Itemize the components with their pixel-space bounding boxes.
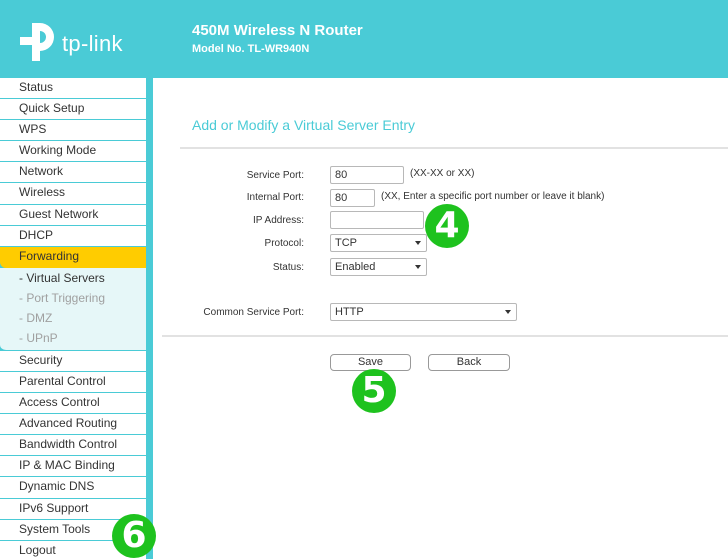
submenu-item-dmz[interactable]: - DMZ [0,308,146,328]
protocol-label: Protocol: [264,238,304,249]
dropdown-arrow-icon [415,241,421,245]
step-4-annotation: 4 [425,204,469,248]
sidebar-item-security[interactable]: Security [0,350,146,372]
sidebar-item-working-mode[interactable]: Working Mode [0,141,146,163]
service-port-hint: (XX-XX or XX) [410,168,475,179]
common-service-port-label: Common Service Port: [203,307,304,318]
sidebar-item-status[interactable]: Status [0,78,146,100]
page-title: Add or Modify a Virtual Server Entry [192,117,416,133]
ip-address-label: IP Address: [253,215,304,226]
divider [180,147,728,149]
ip-address-input[interactable] [330,211,424,229]
back-button[interactable]: Back [428,354,510,371]
model-number: Model No. TL-WR940N [192,43,310,55]
sidebar-item-advanced-routing[interactable]: Advanced Routing [0,414,146,436]
protocol-value: TCP [335,237,357,249]
service-port-input[interactable]: 80 [330,166,404,184]
tp-link-logo[interactable]: tp-link [18,21,130,63]
sidebar-item-network[interactable]: Network [0,162,146,184]
forwarding-submenu: - Virtual Servers - Port Triggering - DM… [0,267,146,351]
sidebar-item-access-control[interactable]: Access Control [0,393,146,415]
sidebar-item-bandwidth-control[interactable]: Bandwidth Control [0,435,146,457]
internal-port-input[interactable]: 80 [330,189,375,207]
sidebar: Status Quick Setup WPS Working Mode Netw… [0,78,153,559]
step-5-annotation: 5 [352,369,396,413]
tp-link-logo-icon [20,23,54,61]
sidebar-item-quick-setup[interactable]: Quick Setup [0,99,146,121]
header: tp-link 450M Wireless N Router Model No.… [0,0,728,78]
status-select[interactable]: Enabled [330,258,427,276]
status-label: Status: [272,262,304,273]
sidebar-item-wireless[interactable]: Wireless [0,183,146,205]
sidebar-item-parental-control[interactable]: Parental Control [0,371,146,394]
submenu-item-upnp[interactable]: - UPnP [0,328,146,348]
submenu-item-virtual-servers[interactable]: - Virtual Servers [0,268,146,288]
product-title: 450M Wireless N Router [192,22,363,39]
common-service-port-select[interactable]: HTTP [330,303,517,321]
brand-name: tp-link [62,31,123,56]
submenu-item-port-triggering[interactable]: - Port Triggering [0,288,146,308]
sidebar-item-guest-network[interactable]: Guest Network [0,204,146,226]
divider [162,335,728,337]
sidebar-item-dynamic-dns[interactable]: Dynamic DNS [0,477,146,499]
internal-port-label: Internal Port: [246,192,304,203]
internal-port-hint: (XX, Enter a specific port number or lea… [381,191,605,202]
sidebar-item-wps[interactable]: WPS [0,120,146,142]
dropdown-arrow-icon [505,310,511,314]
common-service-port-value: HTTP [335,306,364,318]
sidebar-item-ip-mac-binding[interactable]: IP & MAC Binding [0,456,146,478]
status-value: Enabled [335,261,376,273]
protocol-select[interactable]: TCP [330,234,427,252]
sidebar-item-dhcp[interactable]: DHCP [0,225,146,247]
sidebar-menu: Status Quick Setup WPS Working Mode Netw… [0,78,146,559]
sidebar-item-forwarding[interactable]: Forwarding [0,246,146,268]
dropdown-arrow-icon [415,265,421,269]
service-port-label: Service Port: [246,170,304,181]
step-6-annotation: 6 [112,514,156,558]
main-content: Add or Modify a Virtual Server Entry Ser… [153,78,728,559]
